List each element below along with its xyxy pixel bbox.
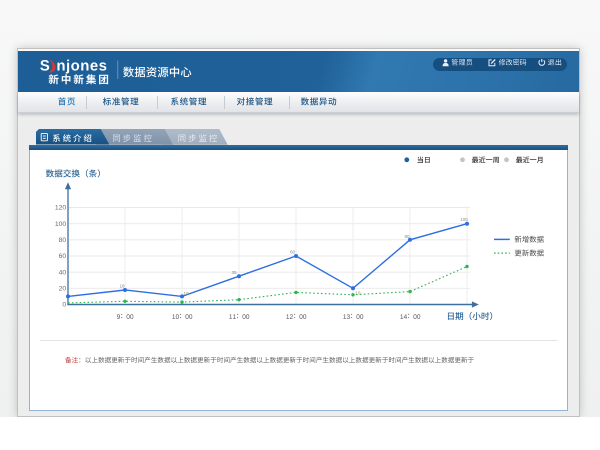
svg-text:80: 80 bbox=[405, 234, 411, 239]
svg-text:10: 10 bbox=[184, 291, 190, 296]
svg-text:18: 18 bbox=[120, 283, 126, 288]
svg-text:100: 100 bbox=[460, 217, 468, 222]
svg-text:60: 60 bbox=[59, 253, 67, 260]
svg-text:10: 10 bbox=[355, 290, 361, 295]
svg-text:0: 0 bbox=[62, 302, 66, 309]
svg-text:60: 60 bbox=[290, 250, 296, 255]
svg-text:80: 80 bbox=[59, 237, 67, 244]
svg-text:100: 100 bbox=[55, 221, 67, 228]
svg-text:35: 35 bbox=[232, 270, 238, 275]
svg-text:40: 40 bbox=[59, 269, 67, 276]
svg-text:20: 20 bbox=[59, 286, 67, 293]
svg-text:120: 120 bbox=[55, 205, 67, 212]
